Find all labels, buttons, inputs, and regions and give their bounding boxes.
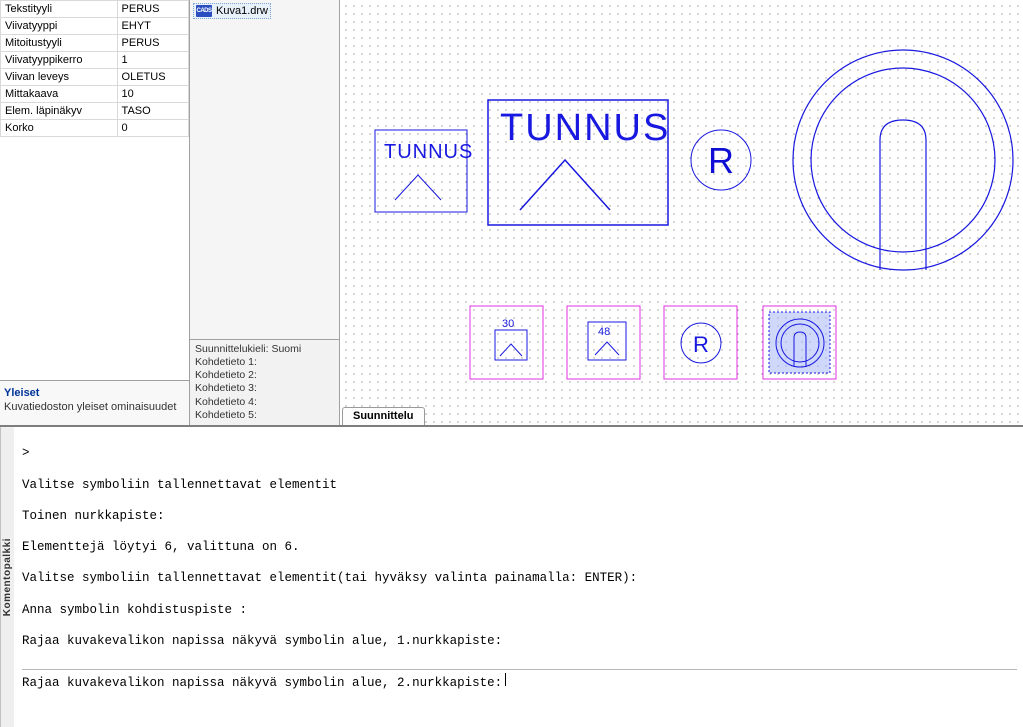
properties-blank <box>0 137 189 380</box>
file-name: Kuva1.drw <box>216 5 268 17</box>
meta-line: Kohdetieto 1: <box>195 356 334 369</box>
cmd-prompt-text: Rajaa kuvakevalikon napissa näkyvä symbo… <box>22 676 502 692</box>
prop-key: Viivan leveys <box>1 69 118 86</box>
svg-text:R: R <box>708 140 734 181</box>
drawing-svg: TUNNUS TUNNUS R <box>340 0 1023 425</box>
tab-suunnittelu[interactable]: Suunnittelu <box>342 407 425 425</box>
cmd-line: Valitse symboliin tallennettavat element… <box>22 478 1017 494</box>
meta-line: Suunnittelukieli: Suomi <box>195 343 334 356</box>
cmd-line: > <box>22 446 1017 462</box>
symbol-tunnus-small: TUNNUS <box>375 130 473 212</box>
meta-line: Kohdetieto 2: <box>195 369 334 382</box>
meta-line: Kohdetieto 4: <box>195 396 334 409</box>
prop-key: Mitoitustyyli <box>1 35 118 52</box>
properties-footer-sub: Kuvatiedoston yleiset ominaisuudet <box>4 401 185 413</box>
cad-file-icon: CADS <box>196 5 212 17</box>
prop-key: Viivatyyppi <box>1 18 118 35</box>
cmd-line: Elementtejä löytyi 6, valittuna on 6. <box>22 540 1017 556</box>
thumbnail-r[interactable]: R <box>664 306 737 379</box>
properties-table[interactable]: TekstityyliPERUS ViivatyyppiEHYT Mitoitu… <box>0 0 189 137</box>
prop-val[interactable]: TASO <box>117 103 188 120</box>
file-list[interactable]: CADS Kuva1.drw <box>190 0 339 339</box>
properties-footer: Yleiset Kuvatiedoston yleiset ominaisuud… <box>0 380 189 425</box>
svg-text:48: 48 <box>598 326 610 338</box>
thumbnail-48[interactable]: 48 <box>567 306 640 379</box>
text-cursor <box>505 673 506 686</box>
thumbnail-selected[interactable] <box>763 306 836 379</box>
prop-val[interactable]: 10 <box>117 86 188 103</box>
prop-key: Tekstityyli <box>1 1 118 18</box>
meta-panel: Suunnittelukieli: Suomi Kohdetieto 1: Ko… <box>190 339 339 425</box>
properties-footer-title: Yleiset <box>4 387 185 399</box>
file-item[interactable]: CADS Kuva1.drw <box>193 3 271 19</box>
properties-panel: TekstityyliPERUS ViivatyyppiEHYT Mitoitu… <box>0 0 190 425</box>
meta-line: Kohdetieto 5: <box>195 409 334 422</box>
drawing-canvas[interactable]: TUNNUS TUNNUS R <box>340 0 1023 425</box>
prop-key: Elem. läpinäkyv <box>1 103 118 120</box>
prop-val[interactable]: PERUS <box>117 35 188 52</box>
cmd-line: Anna symbolin kohdistuspiste : <box>22 603 1017 619</box>
prop-val[interactable]: 0 <box>117 120 188 137</box>
symbol-tunnus-big: TUNNUS <box>488 100 670 225</box>
svg-text:TUNNUS: TUNNUS <box>500 107 670 149</box>
prop-val[interactable]: OLETUS <box>117 69 188 86</box>
command-bar[interactable]: Komentopalkki > Valitse symboliin tallen… <box>0 425 1023 727</box>
canvas-tabbar: Suunnittelu <box>342 407 425 425</box>
svg-text:30: 30 <box>502 318 514 330</box>
cmd-line: Valitse symboliin tallennettavat element… <box>22 571 1017 587</box>
file-panel: CADS Kuva1.drw Suunnittelukieli: Suomi K… <box>190 0 340 425</box>
prop-key: Viivatyyppikerro <box>1 52 118 69</box>
prop-val[interactable]: EHYT <box>117 18 188 35</box>
prop-val[interactable]: 1 <box>117 52 188 69</box>
svg-text:R: R <box>693 332 709 357</box>
prop-val[interactable]: PERUS <box>117 1 188 18</box>
command-output: > Valitse symboliin tallennettavat eleme… <box>14 427 1023 727</box>
cmd-line: Rajaa kuvakevalikon napissa näkyvä symbo… <box>22 634 1017 650</box>
prop-key: Korko <box>1 120 118 137</box>
svg-text:TUNNUS: TUNNUS <box>384 141 473 163</box>
symbol-registered: R <box>691 130 751 190</box>
command-prompt[interactable]: Rajaa kuvakevalikon napissa näkyvä symbo… <box>22 669 1017 692</box>
symbol-double-circle <box>793 50 1013 270</box>
meta-line: Kohdetieto 3: <box>195 382 334 395</box>
prop-key: Mittakaava <box>1 86 118 103</box>
thumbnail-30[interactable]: 30 <box>470 306 543 379</box>
cmd-line: Toinen nurkkapiste: <box>22 509 1017 525</box>
command-bar-handle[interactable]: Komentopalkki <box>0 427 14 727</box>
